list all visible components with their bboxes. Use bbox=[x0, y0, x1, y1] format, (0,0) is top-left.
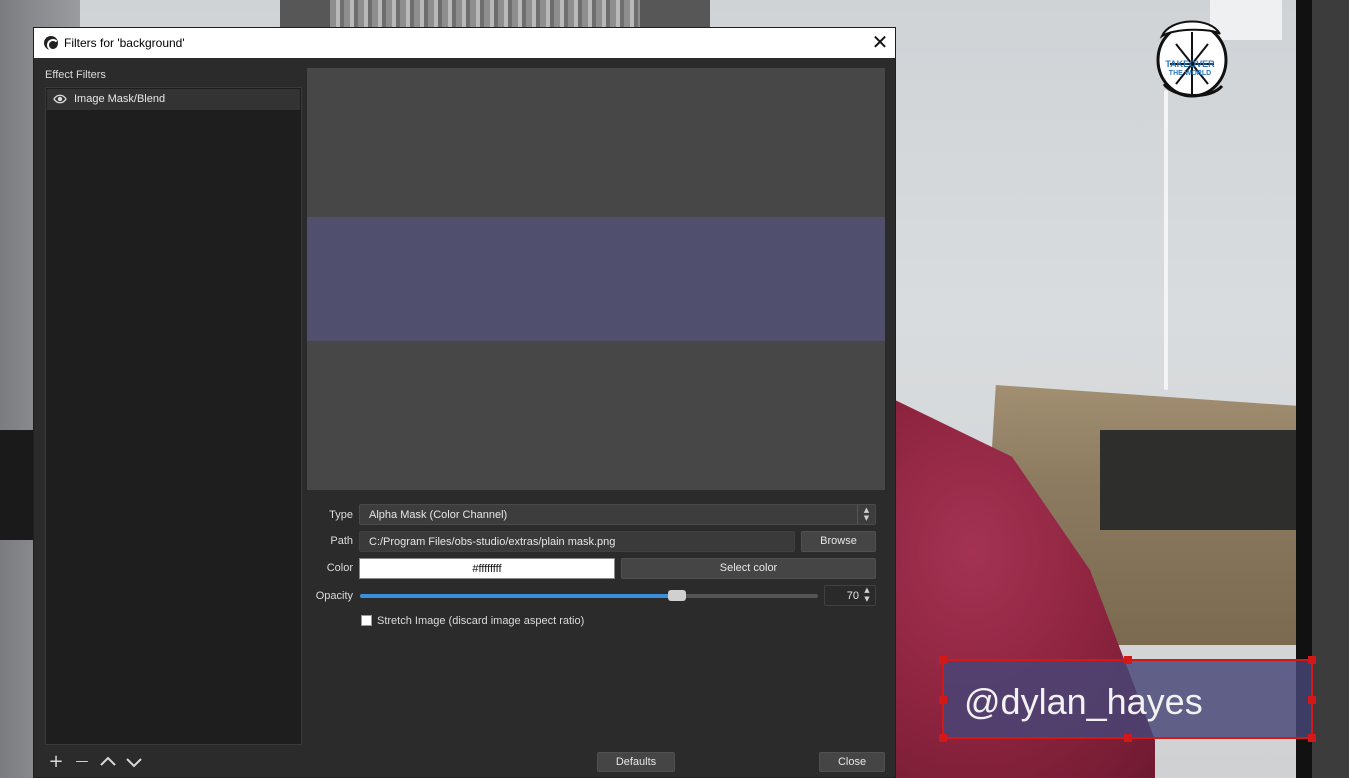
defaults-button[interactable]: Defaults bbox=[597, 752, 675, 772]
left-device bbox=[0, 430, 34, 540]
effect-filters-list[interactable]: Image Mask/Blend bbox=[45, 87, 302, 745]
path-label: Path bbox=[330, 535, 353, 547]
resize-handle-top[interactable] bbox=[1124, 656, 1132, 664]
stretch-image-label: Stretch Image (discard image aspect rati… bbox=[377, 615, 585, 627]
resize-handle-left[interactable] bbox=[939, 696, 947, 704]
filter-preview bbox=[307, 68, 885, 490]
resize-handle-right[interactable] bbox=[1308, 696, 1316, 704]
effect-filters-heading: Effect Filters bbox=[45, 69, 106, 81]
opacity-value: 70 bbox=[846, 590, 859, 602]
takeover-logo-icon bbox=[1156, 20, 1228, 98]
color-label: Color bbox=[326, 562, 353, 574]
browse-button[interactable]: Browse bbox=[801, 531, 876, 552]
path-value: C:/Program Files/obs-studio/extras/plain… bbox=[369, 536, 616, 548]
filter-name: Image Mask/Blend bbox=[74, 93, 166, 105]
resize-handle-top-right[interactable] bbox=[1308, 656, 1316, 664]
resize-handle-bottom-left[interactable] bbox=[939, 734, 947, 742]
add-filter-button[interactable]: + bbox=[45, 751, 67, 773]
dialog-title: Filters for 'background' bbox=[64, 36, 185, 50]
chevron-updown-icon: ▲ ▼ bbox=[857, 505, 875, 524]
resize-handle-bottom-right[interactable] bbox=[1308, 734, 1316, 742]
close-button[interactable]: Close bbox=[819, 752, 885, 772]
opacity-slider-fill bbox=[360, 594, 677, 598]
move-down-icon[interactable] bbox=[123, 751, 145, 773]
move-up-icon[interactable] bbox=[97, 751, 119, 773]
type-value: Alpha Mask (Color Channel) bbox=[369, 509, 508, 521]
username-text-source[interactable]: @dylan_hayes bbox=[939, 656, 1316, 742]
list-item[interactable]: Image Mask/Blend bbox=[47, 89, 300, 110]
resize-handle-bottom[interactable] bbox=[1124, 734, 1132, 742]
remove-filter-button[interactable]: — bbox=[71, 751, 93, 773]
obs-logo-icon bbox=[44, 36, 59, 51]
preview-background bbox=[1312, 0, 1349, 778]
opacity-slider[interactable] bbox=[360, 590, 818, 601]
close-icon[interactable]: ✕ bbox=[870, 32, 890, 52]
spin-arrows-icon[interactable]: ▲ ▼ bbox=[859, 586, 875, 605]
opacity-slider-thumb[interactable] bbox=[668, 590, 686, 601]
stretch-image-checkbox[interactable] bbox=[361, 615, 372, 626]
opacity-label: Opacity bbox=[315, 590, 353, 602]
opacity-spinbox[interactable]: 70 ▲ ▼ bbox=[824, 585, 876, 606]
dialog-titlebar[interactable]: Filters for 'background' ✕ bbox=[34, 28, 895, 58]
logo-text: TAKEOVER THE WORLD bbox=[1165, 59, 1215, 78]
color-value: #ffffffff bbox=[472, 563, 502, 575]
type-select[interactable]: Alpha Mask (Color Channel) ▲ ▼ bbox=[359, 504, 876, 525]
photo-print bbox=[330, 0, 640, 30]
wall-cable bbox=[1164, 90, 1168, 390]
type-label: Type bbox=[329, 509, 353, 521]
select-color-button[interactable]: Select color bbox=[621, 558, 876, 579]
color-swatch: #ffffffff bbox=[359, 558, 615, 579]
eye-icon[interactable] bbox=[53, 94, 67, 104]
username-label: @dylan_hayes bbox=[964, 681, 1203, 722]
desk-shelf bbox=[1100, 430, 1296, 530]
path-field[interactable]: C:/Program Files/obs-studio/extras/plain… bbox=[359, 531, 795, 552]
masked-preview-band bbox=[307, 217, 885, 341]
filters-dialog: Filters for 'background' ✕ Effect Filter… bbox=[33, 27, 896, 778]
resize-handle-top-left[interactable] bbox=[939, 656, 947, 664]
